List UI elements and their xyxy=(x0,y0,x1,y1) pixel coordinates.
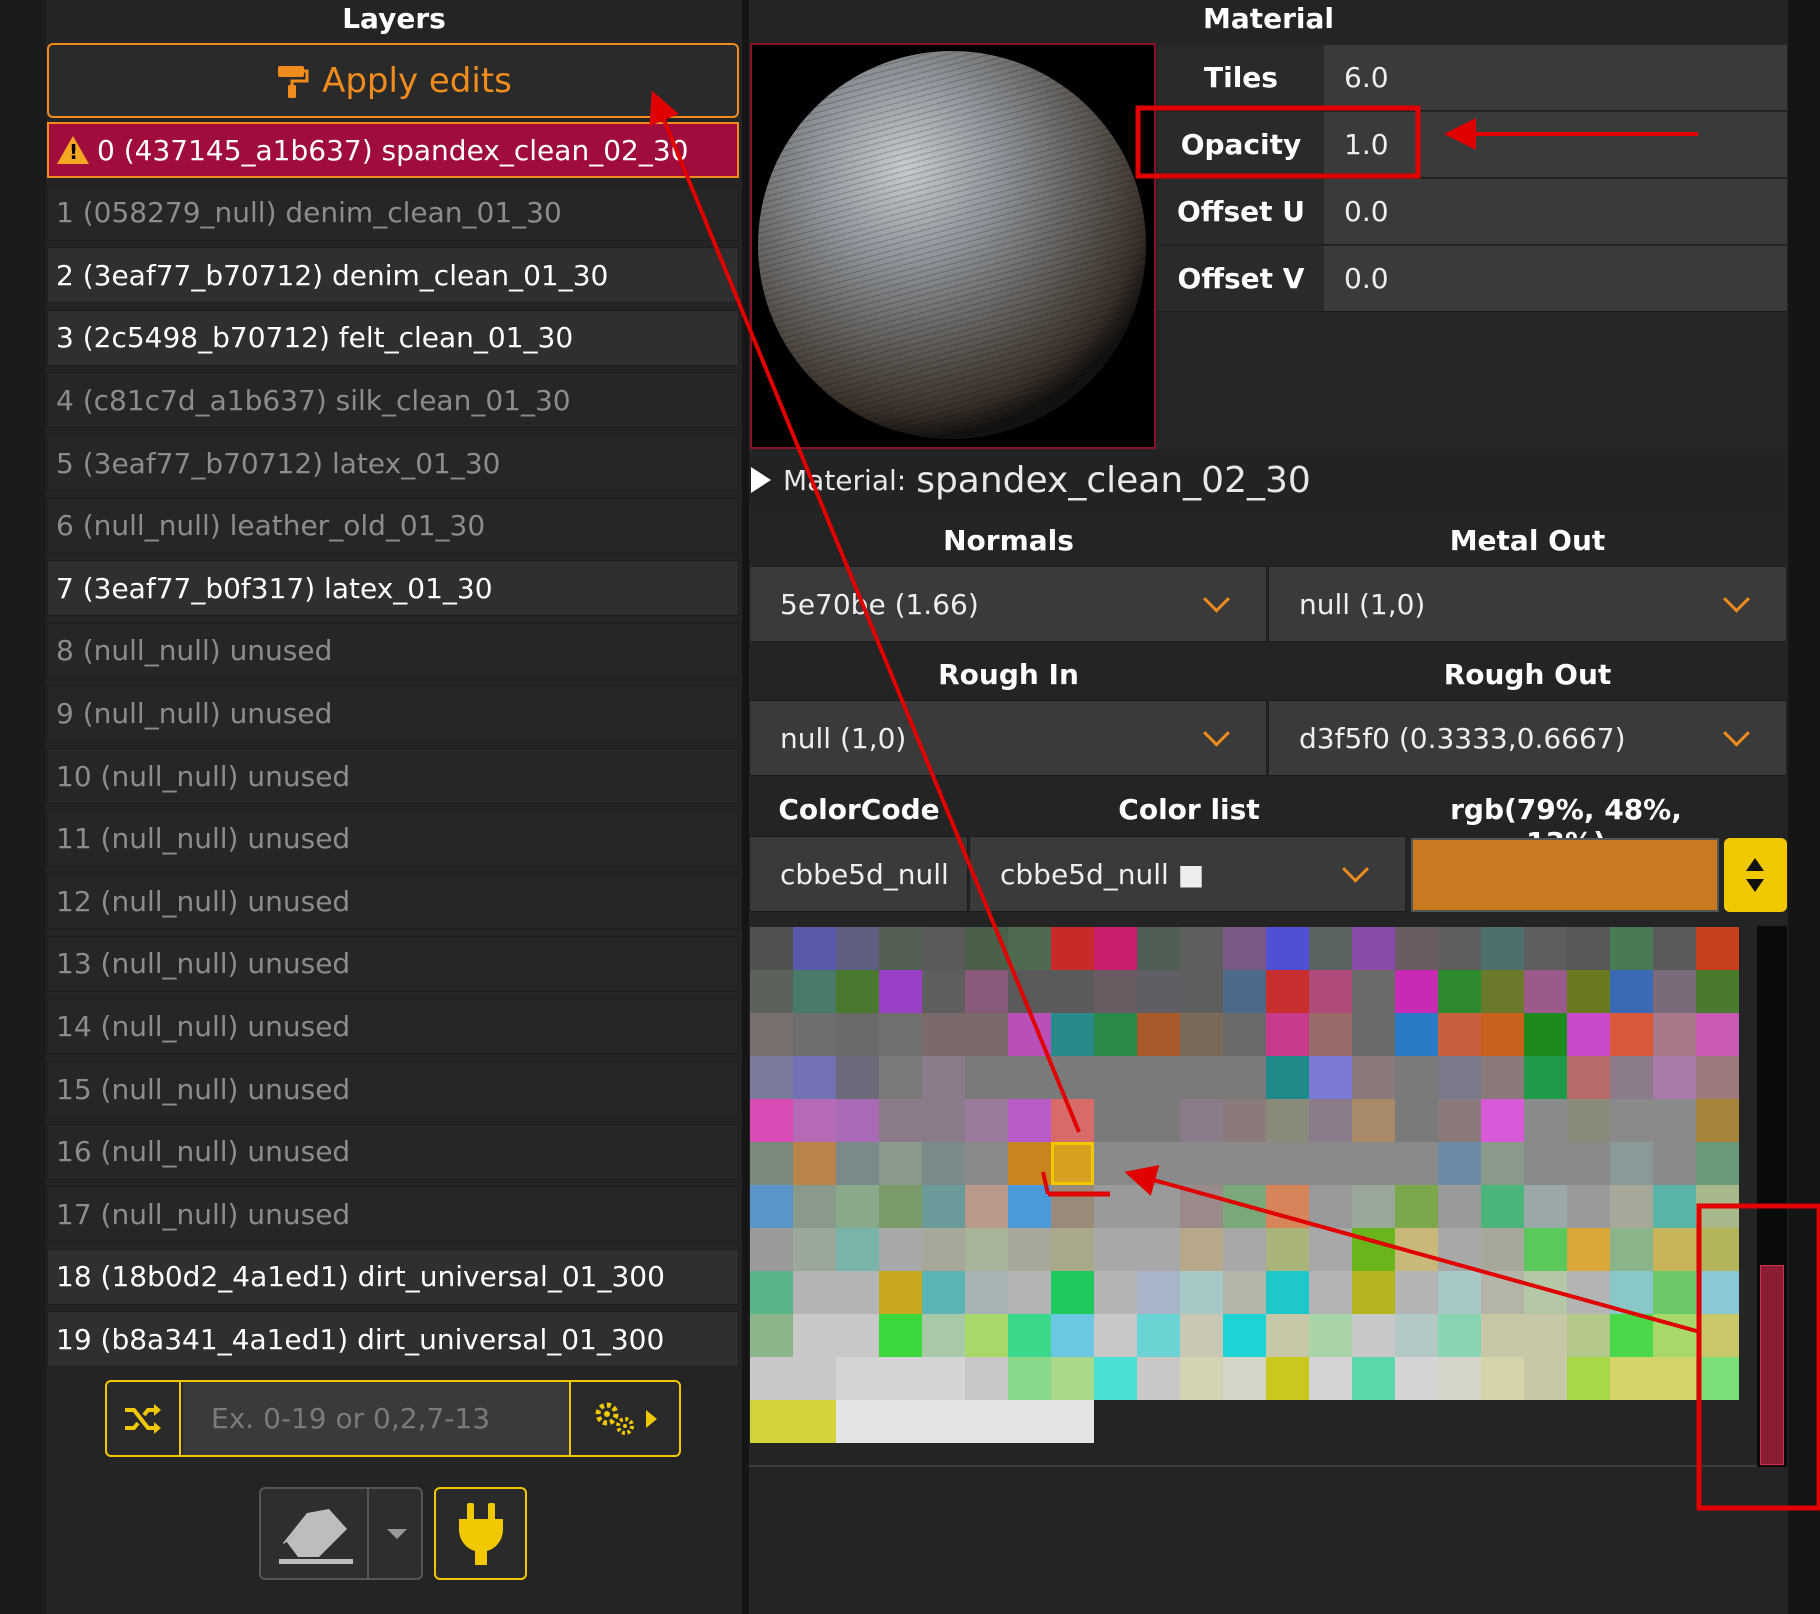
apply-arrow xyxy=(649,90,1081,1133)
annotation-overlay xyxy=(649,90,1820,1511)
scrollbar-highlight-box xyxy=(1696,1203,1820,1511)
opacity-highlight-box xyxy=(1135,105,1421,179)
scrollbar-arrow xyxy=(1124,1165,1701,1334)
arrow-tail-mark xyxy=(1041,1171,1050,1195)
